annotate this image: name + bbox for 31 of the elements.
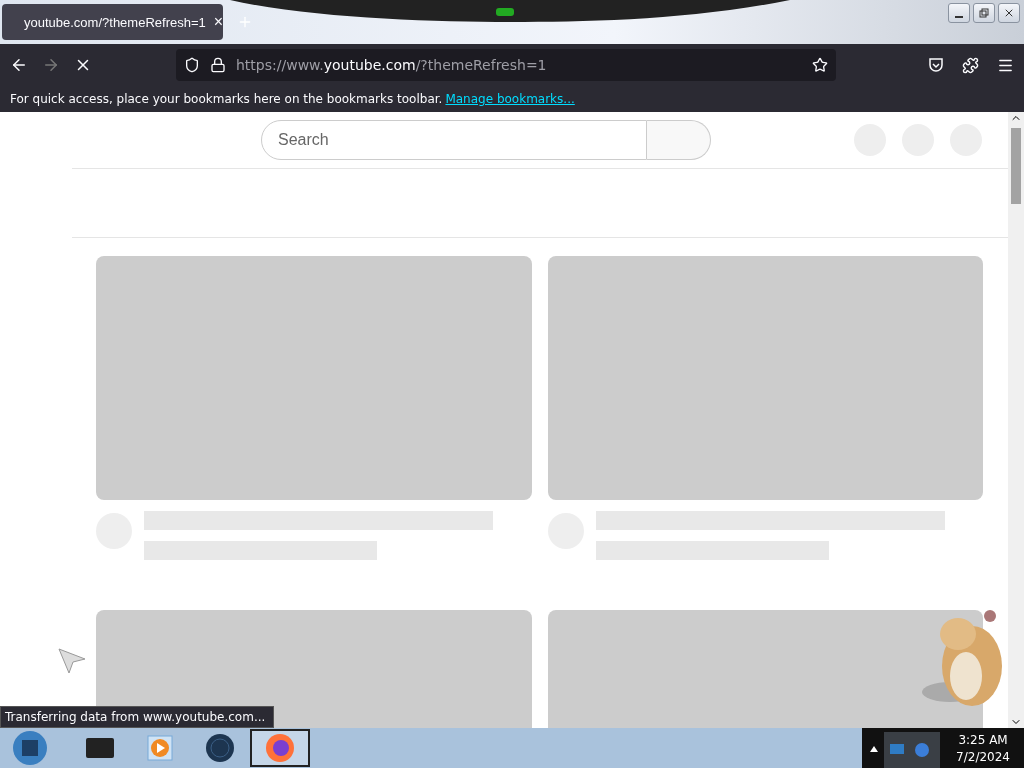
search-field[interactable]: Search (261, 120, 647, 160)
monitor-icon (85, 735, 115, 761)
close-icon (1003, 7, 1015, 19)
taskbar-app[interactable] (250, 729, 310, 767)
back-icon[interactable] (10, 56, 28, 74)
pocket-icon[interactable] (928, 57, 944, 73)
restore-icon (979, 8, 989, 18)
url-text: https://www.youtube.com/?themeRefresh=1 (236, 57, 548, 73)
close-button[interactable] (998, 3, 1020, 23)
forward-icon[interactable] (42, 56, 60, 74)
tab-title: youtube.com/?themeRefresh=1 (24, 14, 206, 30)
bookmarks-hint: For quick access, place your bookmarks here on the bookmarks toolbar. (10, 92, 443, 106)
address-bar[interactable]: https://www.youtube.com/?themeRefresh=1 (176, 49, 836, 81)
firefox-icon (265, 733, 295, 763)
restore-button[interactable] (973, 3, 995, 23)
browser-tab[interactable]: youtube.com/?themeRefresh=1 × (2, 4, 223, 40)
manage-bookmarks-link[interactable]: Manage bookmarks... (445, 92, 575, 106)
cursor-icon (58, 648, 86, 674)
bookmark-star-icon[interactable] (812, 57, 828, 73)
play-icon (147, 735, 173, 761)
globe-icon (205, 733, 235, 763)
tab-close-button[interactable]: × (213, 14, 224, 30)
scrollbar-thumb[interactable] (1011, 128, 1021, 204)
shield-icon[interactable] (184, 57, 200, 73)
lock-icon[interactable] (210, 57, 226, 73)
clock-time: 3:25 AM (958, 732, 1008, 747)
extensions-icon[interactable] (962, 56, 979, 74)
minimize-icon (955, 16, 963, 18)
minimize-button[interactable] (948, 3, 970, 23)
status-text: Transferring data from www.youtube.com... (0, 706, 275, 728)
clock-date: 7/2/2024 (956, 749, 1010, 764)
